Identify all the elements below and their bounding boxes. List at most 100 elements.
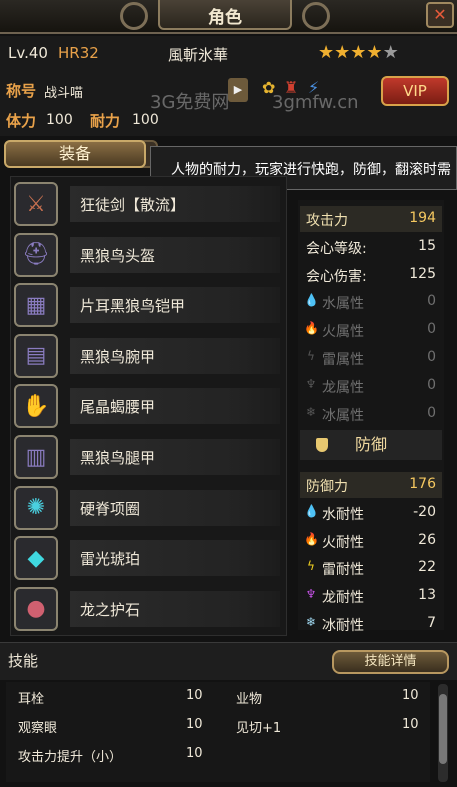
skills-panel [6,682,430,782]
stat-label: 会心等级: [306,240,367,257]
stamina-label: 体力 [6,112,37,130]
star-icon: ★ [318,42,335,63]
equipment-slot[interactable]: ▥ 黑狼鸟腿甲 [12,433,284,481]
shield-icon [316,438,328,452]
stat-row: 攻击力 194 [300,206,442,232]
equipment-name: 黑狼鸟头盔 [80,246,156,265]
stat-label: 水属性 [322,296,364,313]
stat-row: 💧 水属性 0 [300,289,442,315]
ice-icon: ❄ [305,404,317,419]
stat-value: -20 [413,503,436,520]
skill-level: 10 [402,717,419,732]
stat-value: 7 [427,615,436,631]
star-icon: ★ [350,42,367,63]
tab-equipment[interactable]: 装备 [4,140,146,168]
ornament-left [120,2,148,30]
stat-value: 0 [427,376,436,393]
stat-row: 防御力 176 [300,472,442,498]
thunder-icon: ϟ [307,349,315,363]
window-title: 角色 [208,8,242,28]
skill-name: 观察眼 [18,721,58,736]
stat-value: 0 [427,349,436,365]
skill-details-button[interactable]: 技能详情 [332,650,449,674]
dragon-icon: ♆ [305,587,317,602]
crossed-tools-icon: ✕ [433,5,447,24]
stat-label: 冰属性 [322,407,364,424]
stat-row: ♆ 龙耐性 13 [300,583,442,609]
watermark-url: 3gmfw.cn [272,92,359,113]
equipment-name: 片耳黑狼鸟铠甲 [80,297,186,316]
close-button[interactable]: ✕ [426,2,454,28]
gem-icon: ◆ [14,536,58,581]
stat-label: 冰耐性 [322,618,364,634]
stat-label: 雷耐性 [322,562,364,579]
equipment-slot[interactable]: ⚔ 狂徒剑【散流】 [12,180,284,228]
star-icon: ★ [366,42,383,63]
stamina-value: 100 [46,112,73,128]
equipment-name: 狂徒剑【散流】 [80,196,186,214]
stat-row: ❄ 冰耐性 7 [300,611,442,637]
dragon-icon: ♆ [305,376,317,391]
helmet-icon: ⛑ [14,232,58,277]
stat-label: 会心伤害: [306,268,367,285]
stat-value: 22 [418,559,436,576]
equipment-slot[interactable]: ✋ 尾晶蝎腰甲 [12,382,284,430]
fire-icon: 🔥 [304,531,319,546]
vip-button[interactable]: VIP [381,76,449,106]
stat-value: 15 [418,237,436,254]
star-icon: ★ [334,42,351,63]
skill-name: 业物 [236,692,263,707]
title-label: 称号 [6,82,37,100]
skill-name: 见切+1 [236,721,282,736]
stat-row: 🔥 火耐性 26 [300,528,442,554]
stat-row: ♆ 龙属性 0 [300,373,442,399]
stat-row: 会心伤害: 125 [300,262,442,288]
skill-name: 耳栓 [18,692,45,707]
equipment-slot[interactable]: ▤ 黑狼鸟腕甲 [12,332,284,380]
hunter-rank: HR32 [58,44,99,62]
stat-value: 26 [418,531,436,548]
defense-section-header: 防御 [300,430,442,460]
equipment-name: 黑狼鸟腿甲 [80,449,156,467]
stat-value: 0 [427,404,436,421]
skill-level: 10 [186,717,203,732]
skills-scroll-thumb[interactable] [439,694,447,764]
skill-level: 10 [186,746,203,761]
rating-stars: ★★★★★ [318,42,399,63]
fire-icon: 🔥 [304,321,319,336]
ornament-right [302,2,330,30]
thunder-icon: ϟ [307,559,315,574]
stat-row: 💧 水耐性 -20 [300,500,442,526]
skill-name: 攻击力提升（小） [18,750,123,765]
play-icon: ▶ [233,83,243,96]
level-label: Lv.40 [8,44,48,62]
stat-label: 水耐性 [322,506,364,523]
talisman-icon: ● [14,586,58,631]
stat-row: ϟ 雷属性 0 [300,345,442,371]
title-value: 战斗喵 [44,86,84,101]
arm-armor-icon: ▤ [14,333,58,378]
stat-label: 火属性 [322,324,364,341]
ice-icon: ❄ [305,615,317,629]
stat-value: 194 [409,210,436,226]
equipment-slot[interactable]: ● 龙之护石 [12,585,284,633]
title-select-button[interactable]: ▶ [228,78,248,102]
equipment-slot[interactable]: ▦ 片耳黑狼鸟铠甲 [12,281,284,329]
star-empty-icon: ★ [382,42,399,63]
stat-label: 火耐性 [322,534,364,551]
stat-value: 176 [409,476,436,492]
endurance-value: 100 [132,112,159,128]
equipment-slot[interactable]: ◆ 雷光琥珀 [12,534,284,582]
stat-label: 龙耐性 [322,590,364,607]
stat-value: 125 [409,265,436,282]
equipment-slot[interactable]: ⛑ 黑狼鸟头盔 [12,231,284,279]
stat-row: 🔥 火属性 0 [300,317,442,343]
equipment-slot[interactable]: ✺ 硬脊项圈 [12,484,284,532]
equipment-name: 龙之护石 [80,600,141,619]
equipment-name: 硬脊项圈 [80,499,141,518]
equipment-name: 尾晶蝎腰甲 [80,398,156,417]
stat-value: 13 [418,587,436,604]
stat-row: ϟ 雷耐性 22 [300,555,442,581]
defense-title: 防御 [354,435,387,454]
water-icon: 💧 [304,503,319,518]
